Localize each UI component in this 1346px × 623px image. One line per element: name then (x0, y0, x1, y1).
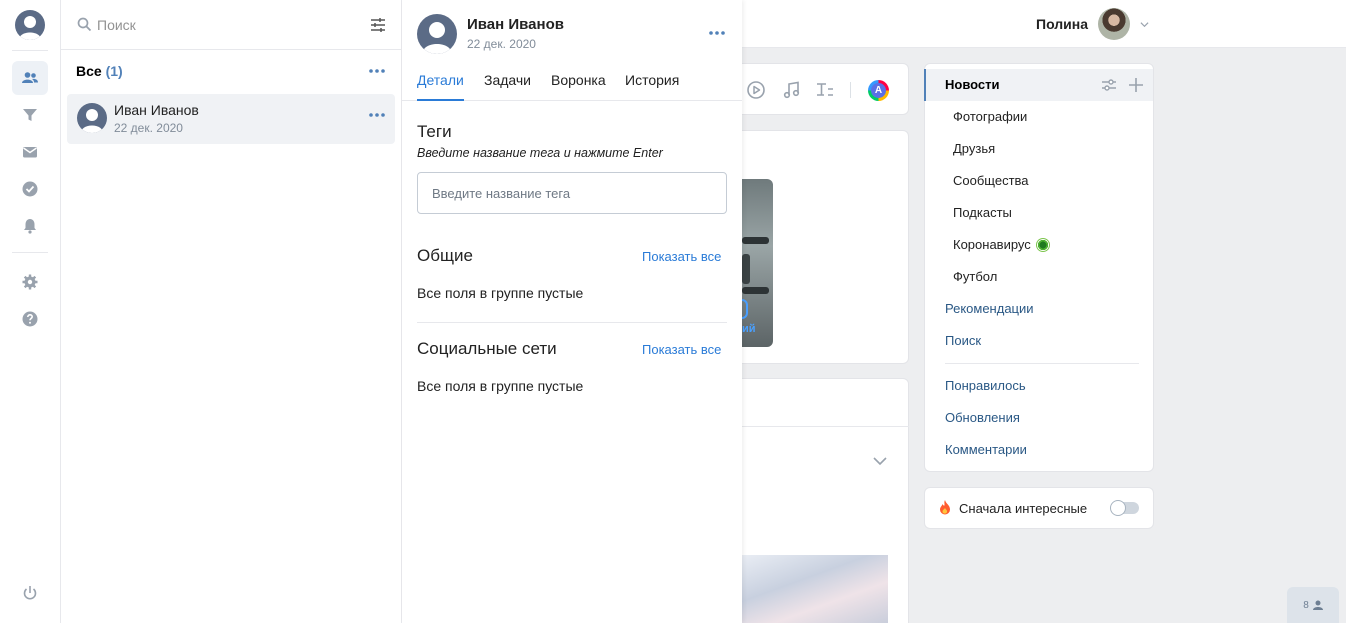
contact-avatar (77, 103, 107, 133)
sidebar-item-notifications[interactable] (12, 209, 48, 243)
mail-icon (23, 147, 37, 158)
tab-history[interactable]: История (625, 72, 679, 101)
group-header[interactable]: Все (1) (76, 63, 123, 79)
sidebar-item-settings[interactable] (12, 265, 48, 299)
sidebar-item-help[interactable] (12, 302, 48, 336)
contact-avatar (417, 14, 457, 54)
tag-input[interactable] (417, 172, 727, 214)
users-icon (22, 72, 38, 83)
virus-icon (1036, 239, 1049, 251)
more-icon[interactable] (368, 68, 386, 74)
flame-icon (940, 500, 950, 515)
toolbar-divider (850, 82, 851, 98)
search-bar (61, 0, 401, 50)
tags-title: Теги (417, 122, 452, 141)
contact-detail-panel: Иван Иванов 22 дек. 2020 Детали Задачи В… (402, 0, 742, 623)
settings-sliders-icon[interactable] (1101, 77, 1117, 93)
interesting-first-label: Сначала интересные (959, 501, 1088, 516)
tags-hint: Введите название тега и нажмите Enter (417, 146, 663, 160)
interesting-first-toggle-card: Сначала интересные (924, 487, 1154, 529)
general-show-all-link[interactable]: Показать все (642, 249, 721, 264)
video-thumbnail[interactable]: ий (742, 179, 773, 347)
news-menu-item-podcasts[interactable]: Подкасты (953, 197, 1012, 229)
feed-post-card (742, 378, 909, 623)
crm-user-avatar[interactable] (15, 10, 45, 40)
tab-tasks[interactable]: Задачи (484, 72, 531, 101)
news-menu-item-coronavirus[interactable]: Коронавирус (953, 229, 1049, 261)
chat-contacts-badge[interactable]: 8 (1287, 587, 1339, 623)
news-menu-item-comments[interactable]: Комментарии (945, 434, 1027, 466)
sidebar-divider (12, 50, 48, 51)
more-icon[interactable] (368, 112, 386, 118)
list-item[interactable]: Иван Иванов 22 дек. 2020 (67, 94, 395, 144)
filter-icon (23, 109, 37, 121)
news-menu-item-communities[interactable]: Сообщества (953, 165, 1029, 197)
plus-icon[interactable] (1128, 77, 1144, 93)
news-menu-item-recommendations[interactable]: Рекомендации (945, 293, 1034, 325)
sidebar-item-contacts[interactable] (12, 61, 48, 95)
news-menu-item-photos[interactable]: Фотографии (953, 101, 1027, 133)
gear-icon (22, 274, 38, 290)
social-empty-text: Все поля в группе пустые (417, 378, 584, 394)
chat-count: 8 (1303, 599, 1309, 611)
music-icon[interactable] (782, 80, 802, 100)
more-icon[interactable] (708, 30, 726, 36)
bell-icon (24, 219, 36, 234)
vk-user-avatar (1098, 8, 1131, 40)
search-icon (77, 17, 92, 32)
chevron-down-icon (1140, 21, 1149, 27)
video-icon[interactable] (746, 80, 766, 100)
user-icon (1312, 600, 1323, 610)
help-icon (22, 311, 38, 327)
sidebar-item-funnel[interactable] (12, 98, 48, 132)
contact-name: Иван Иванов (467, 16, 564, 33)
default-avatar-icon (19, 16, 41, 40)
general-section-title: Общие (417, 246, 473, 265)
news-menu-item-updates[interactable]: Обновления (945, 402, 1020, 434)
post-author-avatar[interactable]: A (868, 80, 889, 101)
feed-post-card: ий (742, 130, 909, 364)
social-show-all-link[interactable]: Показать все (642, 342, 721, 357)
news-menu-item-search[interactable]: Поиск (945, 325, 981, 357)
switch-knob (1110, 500, 1126, 516)
news-menu: Новости Фотографии Друзья Сообщества Под… (924, 63, 1154, 472)
tab-funnel[interactable]: Воронка (551, 72, 606, 101)
tab-details[interactable]: Детали (417, 72, 464, 101)
active-item-indicator (924, 69, 926, 101)
sidebar-item-tasks[interactable] (12, 172, 48, 206)
news-menu-item-football[interactable]: Футбол (953, 261, 997, 293)
post-composer-toolbar: A (742, 63, 909, 115)
interesting-first-switch[interactable] (1110, 500, 1139, 516)
sidebar-item-messages[interactable] (12, 135, 48, 169)
sidebar-divider (12, 252, 48, 253)
card-divider (742, 426, 909, 427)
news-menu-item-news[interactable]: Новости (945, 69, 1000, 101)
vk-user-name: Полина (1036, 16, 1089, 32)
group-title: Все (76, 63, 102, 79)
vk-user-menu[interactable]: Полина (1036, 8, 1149, 40)
chevron-down-icon[interactable] (872, 453, 888, 469)
group-count: (1) (105, 63, 123, 79)
news-menu-item-liked[interactable]: Понравилось (945, 370, 1026, 402)
check-circle-icon (22, 181, 38, 197)
article-icon[interactable] (815, 80, 835, 100)
logout-button[interactable] (12, 576, 48, 610)
general-empty-text: Все поля в группе пустые (417, 285, 584, 301)
detail-tabs: Детали Задачи Воронка История (402, 66, 742, 101)
filter-sliders-icon[interactable] (369, 16, 387, 34)
default-avatar-icon (81, 109, 103, 133)
power-icon (23, 586, 37, 600)
menu-divider (945, 363, 1139, 364)
default-avatar-icon (422, 22, 452, 54)
search-input[interactable] (97, 14, 357, 36)
contact-name: Иван Иванов (114, 102, 199, 118)
crm-sidebar (0, 0, 61, 623)
section-divider (417, 322, 727, 323)
social-section-title: Социальные сети (417, 339, 557, 358)
contacts-list-panel: Все (1) Иван Иванов 22 дек. 2020 (61, 0, 402, 623)
contact-date: 22 дек. 2020 (114, 121, 183, 135)
contact-date: 22 дек. 2020 (467, 37, 536, 51)
news-menu-item-friends[interactable]: Друзья (953, 133, 995, 165)
post-photo[interactable] (742, 555, 888, 623)
